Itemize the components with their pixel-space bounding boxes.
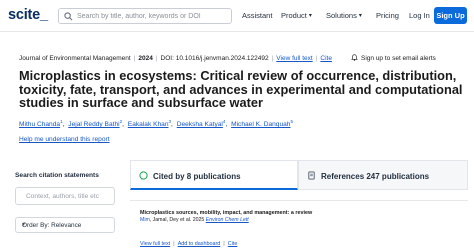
journal-name[interactable]: Journal of Environmental Management [19,55,131,62]
citation-title[interactable]: Microplastics sources, mobility, impact,… [140,210,312,216]
order-by-select[interactable]: Order By: Relevance ▾ [15,217,115,233]
author-link[interactable]: Michael K. Danquah [231,121,290,128]
citation-search-input[interactable] [26,191,112,202]
nav-login[interactable]: Log In [409,11,430,20]
citation-authors: Mim, Jamal, Dey et al. 2025 Environ Chem… [140,217,249,223]
pub-year: 2024 [138,55,153,62]
citation-author-link[interactable]: Mim [140,217,150,223]
paper-title: Microplastics in ecosystems: Critical re… [19,68,463,111]
chevron-down-icon: ▾ [308,13,312,19]
paper-meta: Journal of Environmental Management | 2024… [19,55,332,62]
scite-logo[interactable]: scite_ [8,7,48,23]
citation-author-link[interactable]: , Jamal [150,217,167,223]
email-alert[interactable]: Sign up to set email alerts [351,54,436,62]
citation-card: Microplastics sources, mobility, impact,… [130,200,468,248]
tab-references[interactable]: References 247 publications [298,160,468,190]
tab-cited-by[interactable]: Cited by 8 publications [130,160,298,190]
author-list: Mithu Chanda1, Jejal Reddy Bathi2, Eakal… [19,119,293,129]
citation-author-link[interactable]: , Dey [167,217,179,223]
chevron-down-icon: ▾ [358,13,362,19]
cite-link[interactable]: Cite [320,55,332,62]
search-citations-label: Search citation statements [15,172,99,179]
bell-icon [351,54,358,61]
nav-assistant[interactable]: Assistant [242,11,272,20]
citation-journal[interactable]: Environ Chem Lett [206,217,249,223]
citation-etal: et al. 2025 [178,217,205,223]
nav-solutions-label: Solutions [326,11,357,20]
chevron-down-icon: ▾ [22,222,26,228]
signup-button[interactable]: Sign Up [434,7,467,24]
top-nav: scite_ Assistant Product▾ Solutions▾ Pri… [0,0,474,32]
author-link[interactable]: Deeksha Katyal [177,121,223,128]
nav-pricing[interactable]: Pricing [376,11,399,20]
nav-product-label: Product [281,11,307,20]
tab-cited-by-label: Cited by 8 publications [153,172,241,181]
citation-add-dashboard[interactable]: Add to dashboard [178,241,221,247]
author-affiliation: 5 [290,119,293,124]
global-search[interactable] [58,8,232,24]
document-icon [308,171,315,180]
author-link[interactable]: Eakalak Khan [128,121,169,128]
quote-bubble-icon [139,171,148,180]
citation-tabs: Cited by 8 publications References 247 p… [130,160,468,190]
email-alert-label: Sign up to set email alerts [361,55,436,62]
doi[interactable]: DOI: 10.1016/j.jenvman.2024.122492 [161,55,269,62]
citation-cite[interactable]: Cite [228,241,238,247]
help-understand-link[interactable]: Help me understand this report [19,136,110,143]
view-full-text-link[interactable]: View full text [276,55,312,62]
search-icon [64,12,73,21]
nav-product[interactable]: Product ▾ [281,11,312,20]
citation-actions: View full text | Add to dashboard | Cite [140,241,238,247]
citation-view-full-text[interactable]: View full text [140,241,170,247]
author-link[interactable]: Jejal Reddy Bathi [68,121,119,128]
citation-search-field[interactable] [15,187,115,205]
author-link[interactable]: Mithu Chanda [19,121,60,128]
tab-references-label: References 247 publications [321,172,430,181]
nav-solutions[interactable]: Solutions ▾ [326,11,362,20]
global-search-input[interactable] [77,10,227,22]
